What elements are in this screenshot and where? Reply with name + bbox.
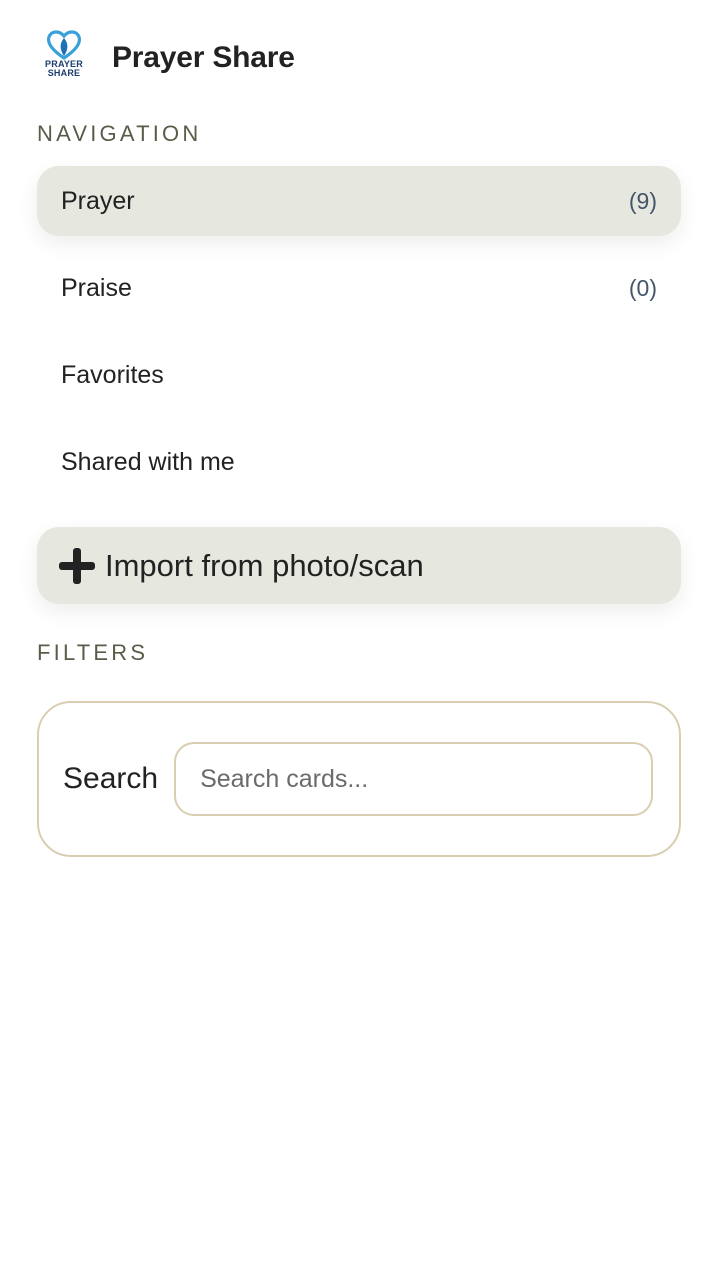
import-photo-button[interactable]: Import from photo/scan bbox=[37, 527, 681, 604]
logo-text-line2: SHARE bbox=[47, 68, 81, 78]
search-label: Search bbox=[63, 762, 159, 795]
nav-item-shared-with-me[interactable]: Shared with me bbox=[37, 427, 681, 497]
plus-icon bbox=[59, 547, 95, 584]
app-title: Prayer Share bbox=[112, 41, 295, 74]
nav-item-prayer[interactable]: Prayer (9) bbox=[37, 166, 681, 236]
filters-section-label: FILTERS bbox=[37, 640, 149, 665]
nav-item-count: (0) bbox=[628, 274, 657, 301]
nav-item-praise[interactable]: Praise (0) bbox=[37, 253, 681, 323]
nav-item-label: Praise bbox=[61, 273, 132, 302]
navigation-section-label: NAVIGATION bbox=[37, 121, 202, 146]
app-drawer: PRAYER SHARE Prayer Share NAVIGATION Pra… bbox=[0, 0, 709, 1261]
nav-item-label: Prayer bbox=[61, 186, 135, 215]
app-logo: PRAYER SHARE bbox=[36, 30, 92, 86]
app-header: PRAYER SHARE Prayer Share bbox=[36, 30, 295, 86]
nav-item-favorites[interactable]: Favorites bbox=[37, 340, 681, 410]
search-input[interactable] bbox=[174, 742, 654, 816]
nav-item-label: Favorites bbox=[61, 360, 164, 389]
filters-card: Search bbox=[37, 701, 681, 857]
nav-item-count: (9) bbox=[628, 187, 657, 214]
import-button-label: Import from photo/scan bbox=[105, 547, 424, 583]
nav-item-label: Shared with me bbox=[61, 447, 235, 476]
heart-logo-icon bbox=[46, 30, 82, 60]
